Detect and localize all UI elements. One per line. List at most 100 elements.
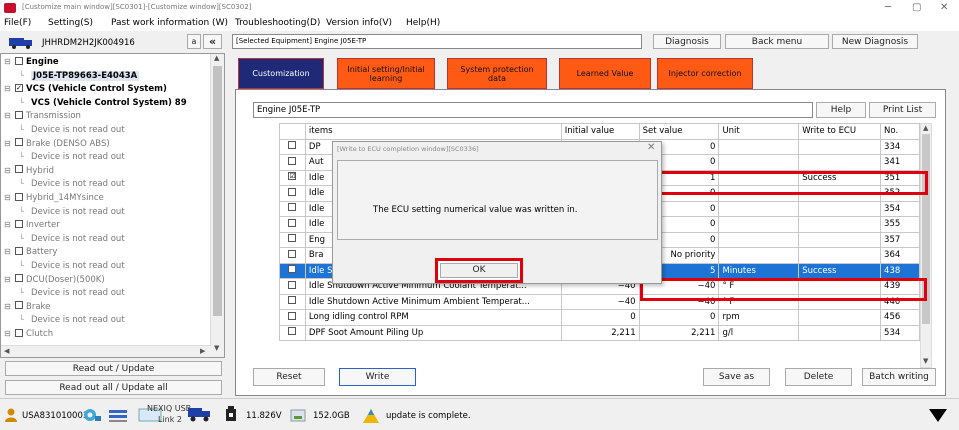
table-row[interactable]: DPF Soot Amount Piling Up 2,211 2,211 g/l 53… [279,324,920,341]
tree-checkbox[interactable] [15,165,23,174]
tree-leaf[interactable]: └ Device is not read out [19,315,125,325]
row-check-box[interactable] [288,311,297,320]
scroll-left-icon[interactable]: ◀ [4,347,9,355]
tree-checkbox[interactable] [15,301,23,310]
row-check-box[interactable]: ☑ [288,265,297,274]
row-checkbox[interactable] [279,324,306,341]
tree-checkbox[interactable] [15,192,23,201]
tree-expander-icon[interactable]: ⊟ [4,111,11,120]
tree-checkbox[interactable] [15,138,23,147]
reset-button[interactable]: Reset [253,368,325,386]
restore-button[interactable]: ▢ [912,2,921,13]
scroll-right-icon[interactable]: ▶ [200,347,205,355]
close-button[interactable]: ✕ [940,2,948,13]
header-items[interactable]: items [304,123,562,140]
tree-node[interactable]: ⊟ Hybrid_14MYsince [4,192,104,203]
tree-expander-icon[interactable]: ⊟ [4,57,11,66]
print-list-button[interactable]: Print List [869,102,936,118]
row-check-box[interactable] [288,234,297,243]
scroll-down-icon[interactable]: ▼ [214,344,219,352]
row-checkbox[interactable]: ☑ [279,262,306,279]
row-checkbox[interactable] [279,200,306,217]
tree-expander-icon[interactable]: ⊟ [4,329,11,338]
tree-leaf[interactable]: └ Device is not read out [19,234,125,244]
write-button[interactable]: Write [339,368,416,386]
tree-leaf[interactable]: └ Device is not read out [19,207,125,217]
row-check-box[interactable] [288,249,297,258]
tree-node[interactable]: ⊟ Clutch [4,328,53,339]
tree-leaf[interactable]: └ Device is not read out [19,125,125,135]
row-checkbox[interactable] [279,309,306,326]
tree-expander-icon[interactable]: ⊟ [4,220,11,229]
row-checkbox[interactable] [279,185,306,202]
tree-checkbox[interactable] [15,274,23,283]
menu-file[interactable]: File(F) [4,18,31,28]
tree-checkbox[interactable] [15,56,23,65]
tree-checkbox[interactable] [15,246,23,255]
back-menu-button[interactable]: Back menu [725,34,829,49]
row-check-box[interactable] [288,187,297,196]
menu-setting[interactable]: Setting(S) [48,18,93,28]
tab-initial-setting[interactable]: Initial setting/Initial learning [337,58,435,89]
tree-leaf[interactable]: └ Device is not read out [19,179,125,189]
row-check-box[interactable] [288,296,297,305]
menu-version-info[interactable]: Version info(V) [326,18,392,28]
collapse-panel-icon[interactable]: « [203,34,222,49]
row-check-box[interactable] [288,218,297,227]
menu-troubleshooting[interactable]: Troubleshooting(D) [235,18,320,28]
tree-node[interactable]: ⊟ ✓ VCS (Vehicle Control System) [4,83,167,94]
tree-checkbox[interactable] [15,328,23,337]
tab-learned-value[interactable]: Learned Value [559,58,651,89]
read-out-all-button[interactable]: Read out all / Update all [5,380,222,395]
ok-button[interactable]: OK [440,263,518,278]
tree-scrollbar[interactable]: ▲ ▼ [210,54,224,357]
row-check-box[interactable] [288,327,297,336]
row-checkbox[interactable] [279,278,306,295]
header-unit[interactable]: Unit [718,123,800,140]
tree-expander-icon[interactable]: ⊟ [4,84,11,93]
tree-node[interactable]: ⊟ Transmission [4,110,81,121]
scroll-up-icon[interactable]: ▲ [214,54,219,62]
tree-leaf[interactable]: └ VCS (Vehicle Control System) 89 [19,98,187,108]
row-checkbox[interactable] [279,216,306,233]
row-check-box[interactable] [288,141,297,150]
row-checkbox[interactable] [279,138,306,155]
tree-hscrollbar[interactable]: ◀ ▶ [1,345,211,357]
tree-leaf[interactable]: └ Device is not read out [19,288,125,298]
header-set-value[interactable]: Set value [638,123,720,140]
tab-injector-correction[interactable]: Injector correction [657,58,753,89]
tree-leaf[interactable]: └ Device is not read out [19,261,125,271]
minimize-button[interactable]: ─ [885,2,891,13]
row-checkbox[interactable]: ☑ [279,169,306,186]
tab-customization[interactable]: Customization [238,58,324,89]
expand-down-icon[interactable] [928,407,948,423]
header-initial-value[interactable]: Initial value [560,123,640,140]
tree-expander-icon[interactable]: ⊟ [4,166,11,175]
tree-node[interactable]: ⊟ Brake (DENSO ABS) [4,138,110,149]
tree-node[interactable]: ⊟ DCU(Doser)(500K) [4,274,105,285]
tree-checkbox[interactable]: ✓ [15,83,23,92]
row-check-box[interactable]: ☑ [288,172,297,181]
tab-system-protection[interactable]: System protection data [447,58,547,89]
table-scroll-up-icon[interactable]: ▲ [923,124,928,132]
new-diagnosis-button[interactable]: New Diagnosis [832,34,918,49]
tree-node[interactable]: ⊟ Battery [4,246,57,257]
menu-past-work[interactable]: Past work information (W) [111,18,228,28]
tree-scroll-thumb[interactable] [213,66,222,316]
tree-leaf[interactable]: └ Device is not read out [19,152,125,162]
tree-checkbox[interactable] [15,219,23,228]
row-check-box[interactable] [288,280,297,289]
tree-node[interactable]: ⊟ Hybrid [4,165,54,176]
tree-expander-icon[interactable]: ⊟ [4,302,11,311]
tree-expander-icon[interactable]: ⊟ [4,139,11,148]
vehicle-a-icon[interactable]: a [187,34,201,49]
table-scrollbar[interactable]: ▲ ▼ [920,123,932,368]
row-checkbox[interactable] [279,231,306,248]
save-as-button[interactable]: Save as [703,368,770,386]
row-checkbox[interactable] [279,293,306,310]
tree-expander-icon[interactable]: ⊟ [4,193,11,202]
help-button[interactable]: Help [816,102,866,118]
menu-help[interactable]: Help(H) [406,18,440,28]
row-check-box[interactable] [288,156,297,165]
row-checkbox[interactable] [279,247,306,264]
